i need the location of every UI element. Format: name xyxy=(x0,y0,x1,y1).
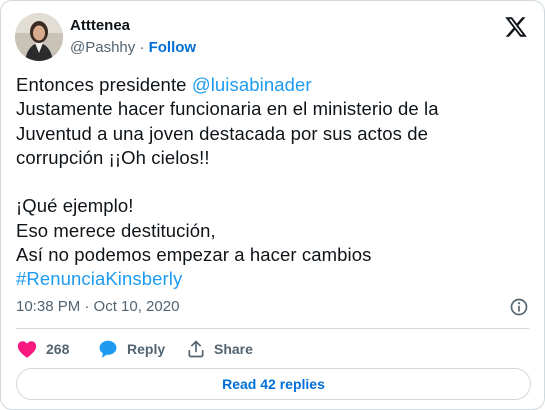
share-button[interactable]: Share xyxy=(186,337,253,361)
mention-link[interactable]: @luisabinader xyxy=(192,74,312,95)
follow-button[interactable]: Follow xyxy=(149,39,197,56)
tweet-card: Atttenea @Pashhy · Follow Entonces presi… xyxy=(0,0,545,410)
reply-label: Reply xyxy=(127,341,166,357)
share-icon xyxy=(188,340,204,358)
tweet-line: #RenunciaKinsberly xyxy=(16,267,531,291)
tweet-line: Eso merece destitución, xyxy=(16,219,216,241)
tweet-line: ¡Qué ejemplo! xyxy=(16,195,134,217)
tweet-line: Juventud a una joven destacada por sus a… xyxy=(16,122,428,144)
read-replies-button[interactable]: Read 42 replies xyxy=(16,368,531,400)
tweet-line: Justamente hacer funcionaria en el minis… xyxy=(16,98,439,120)
author-name[interactable]: Atttenea xyxy=(70,17,130,34)
reply-button[interactable]: Reply xyxy=(97,337,165,361)
tweet-line: corrupción ¡¡Oh cielos!! xyxy=(16,146,210,168)
like-button[interactable]: 268 xyxy=(16,337,69,361)
tweet-text: Entonces presidente @luisabinader Justam… xyxy=(16,73,531,292)
tweet-line: Entonces presidente @luisabinader xyxy=(16,74,312,95)
tweet-timestamp[interactable]: 10:38 PM · Oct 10, 2020 xyxy=(16,298,179,315)
reply-bubble-icon xyxy=(99,340,117,358)
like-count: 268 xyxy=(46,341,70,357)
x-logo-icon[interactable] xyxy=(504,15,528,39)
share-label: Share xyxy=(214,341,253,357)
tweet-line: Así no podemos empezar a hacer cambios xyxy=(16,244,372,266)
avatar[interactable] xyxy=(15,13,63,61)
avatar-image xyxy=(15,13,63,61)
divider xyxy=(16,328,529,329)
separator-dot: · xyxy=(139,39,145,56)
info-icon[interactable] xyxy=(509,297,529,317)
heart-icon xyxy=(17,341,37,358)
hashtag-link[interactable]: #RenunciaKinsberly xyxy=(16,268,182,289)
author-handle-row: @Pashhy · Follow xyxy=(70,39,196,56)
author-handle[interactable]: @Pashhy xyxy=(70,39,135,56)
